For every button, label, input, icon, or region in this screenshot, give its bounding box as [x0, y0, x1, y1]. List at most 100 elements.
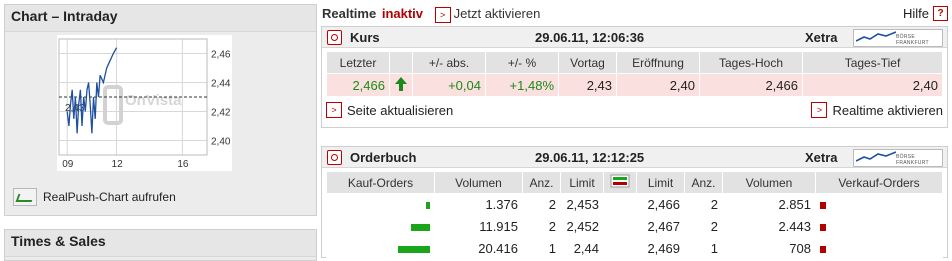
buy-volume: 20.416 [434, 237, 523, 260]
jetzt-aktivieren-link[interactable]: Jetzt aktivieren [454, 6, 541, 21]
x-tick-label: 16 [177, 159, 189, 170]
kurs-datetime: 29.06.11, 12:06:36 [535, 30, 645, 45]
seite-aktualisieren-label: Seite aktualisieren [347, 102, 454, 118]
orderbook-table: Kauf-Orders Volumen Anz. Limit Limit Anz… [326, 171, 943, 260]
buy-count: 1 [522, 237, 561, 260]
y-tick-label: 2,44 [211, 79, 231, 90]
sell-volume-bar [820, 224, 826, 231]
col-sell-limit: Limit [636, 171, 685, 194]
help-link[interactable]: Hilfe ? [903, 6, 948, 21]
buy-limit: 2,453 [560, 193, 604, 216]
buy-volume: 11.915 [434, 215, 523, 238]
chart-icon [13, 188, 37, 206]
col-letzter: Letzter [326, 51, 390, 74]
col-verkauf-orders: Verkauf-Orders [815, 171, 943, 194]
sell-volume: 708 [722, 237, 816, 260]
orderbuch-datetime: 29.06.11, 12:12:25 [535, 150, 645, 165]
col-tagestief: Tages-Tief [802, 51, 943, 74]
arrow-right-icon: > [326, 102, 342, 118]
buy-limit: 2,44 [560, 237, 604, 260]
buy-count: 2 [522, 193, 561, 216]
buy-limit: 2,452 [560, 215, 604, 238]
buy-count: 2 [522, 215, 561, 238]
realpush-label: RealPush-Chart aufrufen [43, 190, 176, 204]
trend-cell [389, 73, 413, 97]
sell-bar-cell [815, 193, 943, 216]
spread-cell [603, 215, 637, 238]
realtime-aktivieren-label: Realtime aktivieren [832, 102, 943, 118]
col-spread-icon [603, 171, 637, 194]
buy-volume-bar [398, 246, 430, 253]
sell-count: 1 [684, 237, 723, 260]
sell-volume: 2.443 [722, 215, 816, 238]
x-tick-label: 12 [112, 159, 124, 170]
buy-volume: 1.376 [434, 193, 523, 216]
arrow-up-icon [395, 76, 407, 91]
sell-count: 2 [684, 215, 723, 238]
sell-volume: 2.851 [722, 193, 816, 216]
orderbook-row: 11.915 2 2,452 2,467 2 2.443 [326, 215, 943, 238]
kurs-box: Kurs 29.06.11, 12:06:36 Xetra BÖRSE FRAN… [321, 26, 948, 128]
orderbuch-exchange: Xetra [805, 150, 838, 165]
x-tick-label: 09 [62, 159, 74, 170]
buy-volume-bar [411, 224, 430, 231]
value-tageshoch: 2,466 [699, 73, 803, 97]
col-kauf-orders: Kauf-Orders [326, 171, 435, 194]
realtime-aktivieren-link[interactable]: > Realtime aktivieren [811, 102, 943, 118]
realtime-label: Realtime [322, 6, 377, 21]
col-pct: +/- % [485, 51, 559, 74]
kurs-actions: > Seite aktualisieren > Realtime aktivie… [326, 102, 943, 120]
kurs-title: Kurs [350, 30, 380, 45]
col-abs: +/- abs. [412, 51, 486, 74]
kurs-table: Letzter +/- abs. +/- % Vortag Eröffnung … [326, 51, 943, 97]
realpush-chart-link[interactable]: RealPush-Chart aufrufen [13, 188, 176, 206]
boerse-frankfurt-logo: BÖRSE FRANKFURT [853, 149, 943, 167]
arrow-right-icon[interactable]: > [434, 6, 451, 23]
sell-limit: 2,467 [636, 215, 685, 238]
value-letzter: 2,466 [326, 73, 390, 97]
spread-cell [603, 237, 637, 260]
seite-aktualisieren-link[interactable]: > Seite aktualisieren [326, 102, 453, 118]
orderbuch-box: Orderbuch 29.06.11, 12:12:25 Xetra BÖRSE… [321, 146, 948, 260]
buy-volume-bar [426, 202, 430, 209]
buy-bar-cell [326, 193, 435, 216]
y-tick-label: 2,46 [211, 50, 231, 61]
logo-text: BÖRSE FRANKFURT [896, 34, 929, 46]
buy-bar-cell [326, 237, 435, 260]
orderbuch-title: Orderbuch [350, 150, 417, 165]
arrow-right-icon: > [811, 102, 828, 118]
value-eroeffnung: 2,40 [616, 73, 700, 97]
logo-text: BÖRSE FRANKFURT [896, 154, 929, 166]
boerse-frankfurt-logo: BÖRSE FRANKFURT [853, 29, 943, 47]
orderbook-row: 1.376 2 2,453 2,466 2 2.851 [326, 193, 943, 216]
orderbuch-header: Orderbuch 29.06.11, 12:12:25 Xetra BÖRSE… [322, 147, 947, 168]
sell-volume-bar [820, 202, 826, 209]
spread-icon [610, 174, 630, 188]
col-vortag: Vortag [558, 51, 617, 74]
refresh-icon[interactable] [327, 150, 342, 165]
value-pct: +1,48% [485, 73, 559, 97]
col-trend [389, 51, 413, 74]
spread-cell [603, 193, 637, 216]
value-abs: +0,04 [412, 73, 486, 97]
realtime-status: inaktiv [381, 6, 424, 21]
orderbook-row: 20.416 1 2,44 2,469 1 708 [326, 237, 943, 260]
times-sales-panel: Times & Sales [4, 229, 317, 261]
refresh-icon[interactable] [327, 30, 342, 45]
kurs-header: Kurs 29.06.11, 12:06:36 Xetra BÖRSE FRAN… [322, 27, 947, 48]
kurs-exchange: Xetra [805, 30, 838, 45]
value-tagestief: 2,40 [802, 73, 943, 97]
col-buy-anz: Anz. [522, 171, 561, 194]
sell-count: 2 [684, 193, 723, 216]
y-tick-label: 2,40 [211, 137, 231, 148]
col-buy-limit: Limit [560, 171, 604, 194]
chart-panel-title: Chart – Intraday [5, 5, 316, 32]
help-label: Hilfe [902, 6, 929, 21]
sell-bar-cell [815, 215, 943, 238]
sell-limit: 2,469 [636, 237, 685, 260]
sell-limit: 2,466 [636, 193, 685, 216]
intraday-chart[interactable]: OnVista 2,43 2,462,442,422,4009 12 16 [57, 35, 232, 171]
col-sell-volumen: Volumen [722, 171, 816, 194]
buy-bar-cell [326, 215, 435, 238]
y-tick-label: 2,42 [211, 108, 231, 119]
